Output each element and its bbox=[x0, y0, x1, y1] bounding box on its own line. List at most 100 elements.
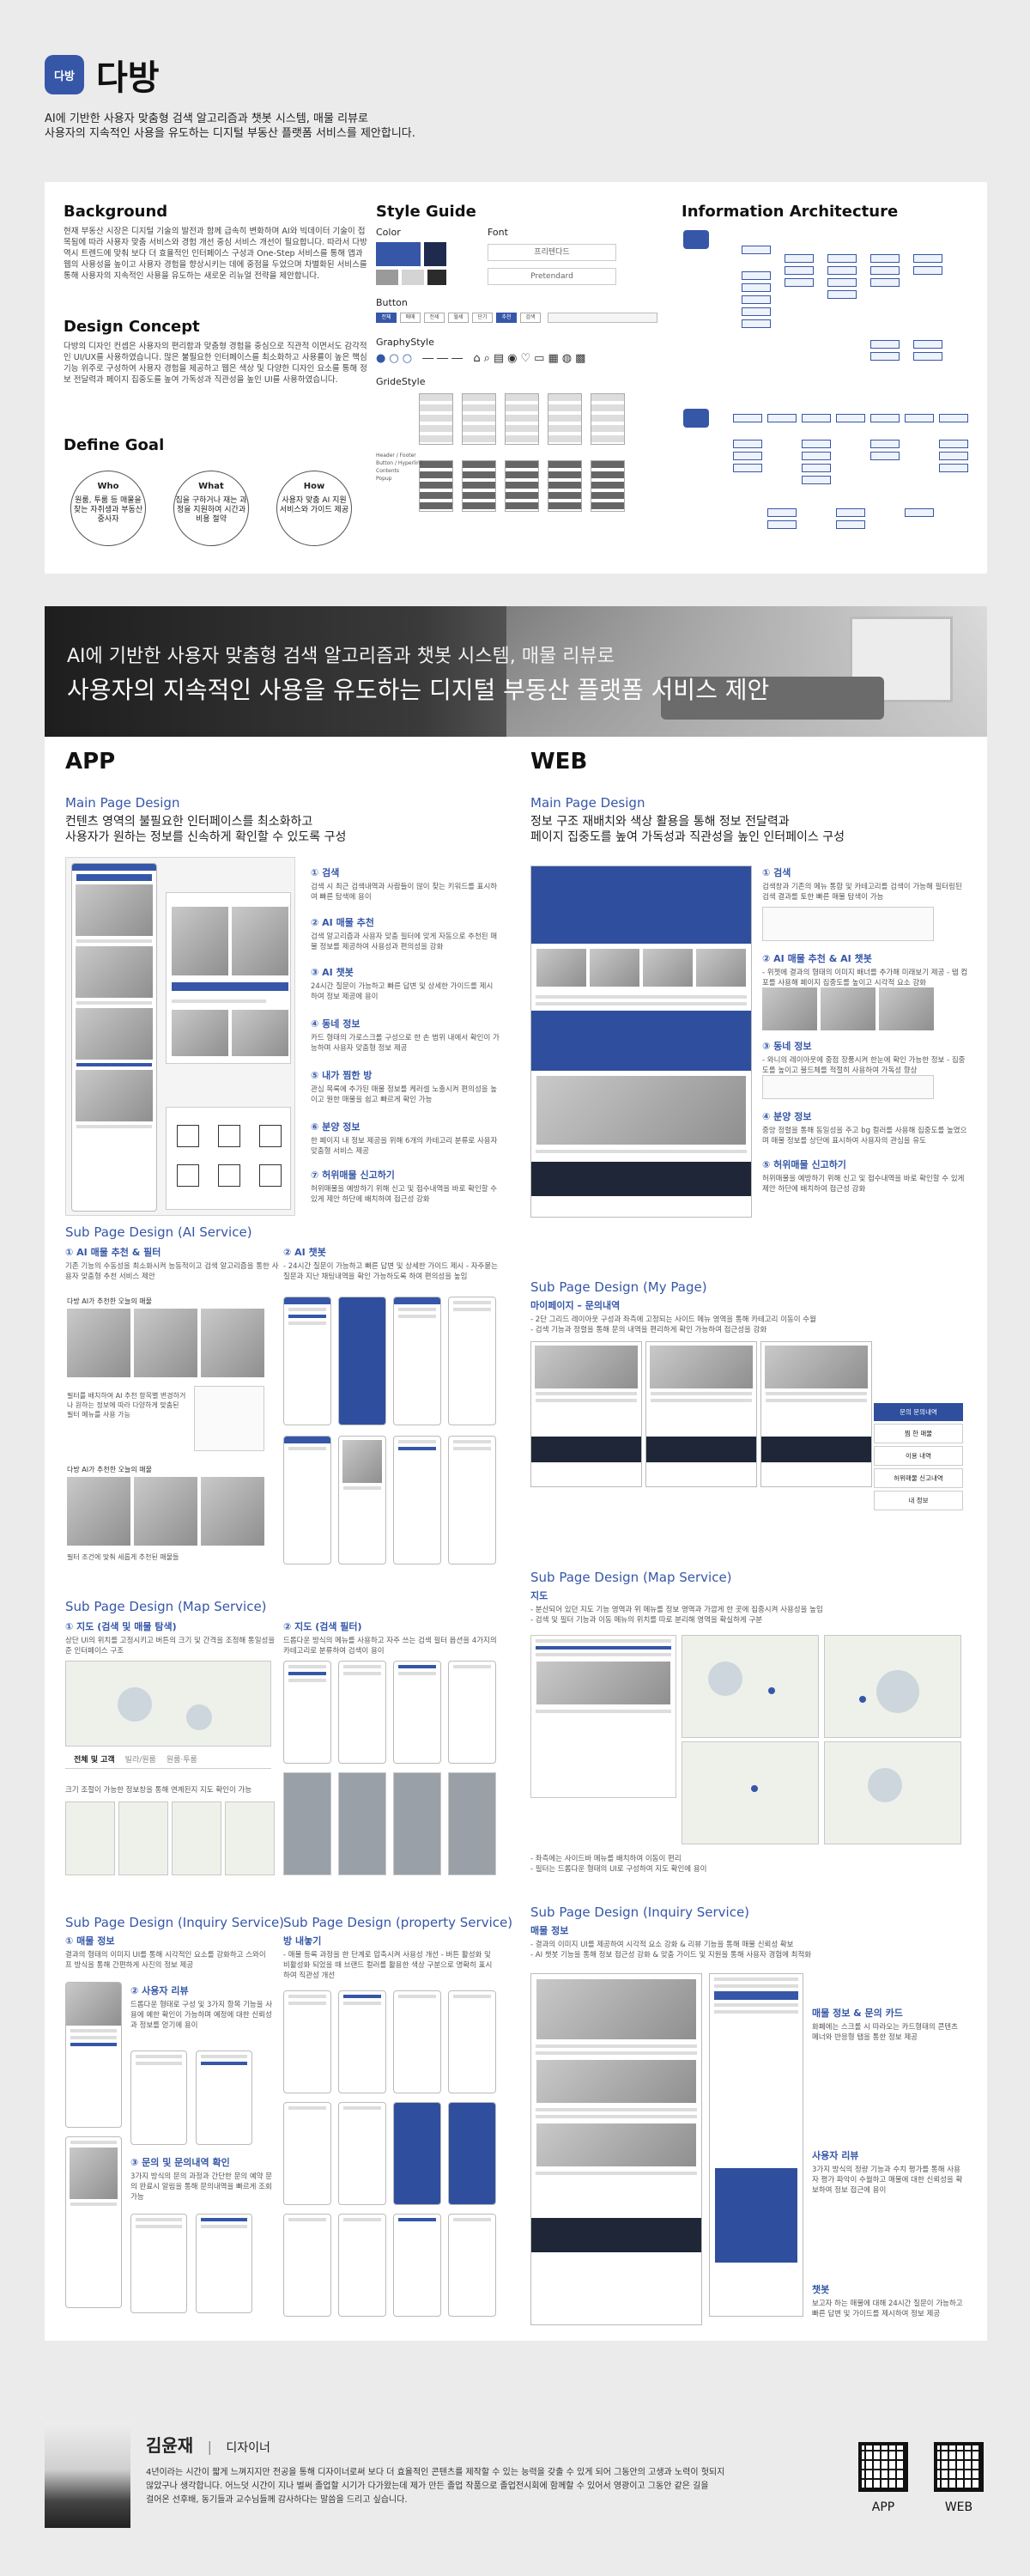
map-tab-2[interactable]: 빌라/원룸 bbox=[125, 1753, 156, 1765]
ia-node bbox=[742, 319, 771, 328]
web-inquiry-heading: Sub Page Design (Inquiry Service) bbox=[530, 1905, 750, 1920]
app-inquiry-item-text: 드롭다운 형태로 구성 및 3가지 항목 기능을 사용에 예한 확인이 가능하며… bbox=[130, 2001, 273, 2030]
chatbot-panel[interactable] bbox=[715, 2168, 797, 2263]
goal-title: Define Goal bbox=[64, 436, 165, 454]
app-map-note: 크기 조절이 가능한 정보창을 통해 연계된지 지도 확인이 가능 bbox=[65, 1786, 252, 1795]
line bbox=[343, 2002, 381, 2005]
line bbox=[453, 1447, 491, 1450]
grid-thumb-6 bbox=[419, 460, 453, 512]
web-map-sidebar-view[interactable] bbox=[530, 1635, 676, 1798]
line bbox=[288, 1321, 326, 1325]
property-screen bbox=[283, 1990, 331, 2093]
ia-node bbox=[742, 271, 771, 280]
app-ai-item-1: ① AI 매물 추천 & 필터 기존 기능의 수동성을 최소화시켜 능동적이고 … bbox=[65, 1245, 280, 1282]
mypage-menu-item-1[interactable]: 문의 문의내역 bbox=[874, 1403, 963, 1421]
heart-icon: ♡ bbox=[520, 352, 535, 365]
style-button-6[interactable]: 추천 bbox=[496, 313, 517, 323]
category-icon[interactable] bbox=[259, 1125, 282, 1147]
style-button-7[interactable]: 검색 bbox=[520, 313, 541, 323]
ia-node bbox=[802, 414, 831, 422]
web-map-main-4[interactable] bbox=[682, 1741, 819, 1844]
mypage-menu-item-5[interactable]: 내 정보 bbox=[874, 1491, 963, 1510]
property-screen bbox=[338, 2102, 386, 2205]
line bbox=[536, 1399, 637, 1402]
app-property-screens bbox=[283, 1990, 500, 2317]
map-pin-icon[interactable] bbox=[768, 1687, 775, 1694]
category-icon[interactable] bbox=[177, 1164, 199, 1187]
app-inquiry-item-1: ① 매물 정보 결과의 형태의 이미지 UI를 통해 시각적인 요소를 강화하고… bbox=[65, 1934, 271, 1971]
style-button-2[interactable]: 매매 bbox=[400, 313, 421, 323]
grid-thumb-3 bbox=[505, 393, 539, 445]
web-thumb-image bbox=[762, 987, 817, 1030]
goal-who: Who 원룸, 투룸 등 매물을 찾는 자취생과 부동산 중사자 bbox=[70, 471, 146, 546]
web-feature-3: ③ 동네 정보 - 와니의 레이아웃에 중점 장풍시켜 한눈에 확인 가능한 정… bbox=[762, 1039, 968, 1076]
ia-node bbox=[785, 278, 814, 287]
map-tab-3[interactable]: 원룸·투룸 bbox=[167, 1753, 197, 1765]
app-map-search-view[interactable] bbox=[65, 1661, 271, 1747]
category-icon[interactable] bbox=[177, 1125, 199, 1147]
mypage-menu-item-3[interactable]: 이용 내역 bbox=[874, 1446, 963, 1466]
slider-line-icon: ――― bbox=[422, 352, 467, 365]
app-search-bar[interactable] bbox=[76, 874, 152, 881]
mypage-menu-item-4[interactable]: 허위매물 신고내역 bbox=[874, 1468, 963, 1488]
style-button-5[interactable]: 단기 bbox=[472, 313, 493, 323]
map-pin-icon[interactable] bbox=[751, 1785, 758, 1792]
font-sample-korean: 프리텐다드 bbox=[488, 244, 616, 261]
property-screen bbox=[283, 2102, 331, 2205]
ia-section: Information Architecture bbox=[682, 203, 973, 563]
web-mypage-desc: 마이페이지 – 문의내역 - 2단 그리드 레이아웃 구성과 좌측에 고정되는 … bbox=[530, 1298, 977, 1335]
style-button-3[interactable]: 전세 bbox=[424, 313, 445, 323]
web-mypage-sub: 마이페이지 – 문의내역 bbox=[530, 1300, 621, 1311]
line bbox=[343, 1672, 381, 1675]
web-inquiry-text-1: - 결과의 이미지 UI를 제공하여 시각적 요소 강화 & 리뷰 기능을 통해… bbox=[530, 1941, 794, 1949]
app-line bbox=[76, 939, 152, 943]
font-sample-latin: Pretendard bbox=[488, 268, 616, 285]
chat-icon: ▭ bbox=[534, 352, 548, 365]
web-feature-1: ① 검색 검색창과 기존의 메뉴 통합 및 카테고리를 검색이 가능해 필터링된… bbox=[762, 866, 968, 902]
ia-root-logo-icon bbox=[683, 230, 709, 249]
web-qr-code-icon[interactable] bbox=[934, 2442, 984, 2492]
style-guide-section: Style Guide Color Font 프리텐다드 Pretendard … bbox=[376, 203, 659, 563]
inquiry-screen bbox=[130, 2050, 187, 2145]
map-tab-1[interactable]: 전체 및 고객 bbox=[74, 1753, 115, 1765]
app-neighbor-image bbox=[172, 1010, 228, 1056]
web-inquiry-item-3: 챗봇 보고자 하는 매물에 대해 24시간 질문이 가능하고 빠른 답변 및 가… bbox=[812, 2282, 966, 2319]
style-button-1[interactable]: 전체 bbox=[376, 313, 397, 323]
web-map-main-3[interactable] bbox=[824, 1741, 961, 1844]
app-feature-text: 24시간 질문이 가능하고 빠른 답변 및 상세한 가이드를 제시하여 정보 제… bbox=[311, 982, 494, 1001]
map-pin-icon[interactable] bbox=[859, 1696, 866, 1703]
line bbox=[714, 2010, 798, 2014]
category-icon[interactable] bbox=[259, 1164, 282, 1187]
style-button-4[interactable]: 월세 bbox=[448, 313, 469, 323]
app-chatbot-bar[interactable] bbox=[172, 982, 288, 991]
ia-node bbox=[827, 290, 857, 299]
ai-rec-image bbox=[201, 1309, 264, 1377]
category-icon[interactable] bbox=[218, 1164, 240, 1187]
web-feature-text: - 와니의 레이아웃에 중점 장풍시켜 한눈에 확인 가능한 정보 - 집중도를… bbox=[762, 1056, 966, 1075]
app-ai-mockup-left: 다방 AI가 추천한 오늘의 매물 필터를 배치하여 AI 추천 항목별 변경하… bbox=[65, 1297, 271, 1571]
line bbox=[536, 2044, 697, 2048]
web-mypage-mock-2 bbox=[645, 1341, 757, 1487]
app-qr-code-icon[interactable] bbox=[858, 2442, 908, 2492]
ia-node bbox=[742, 283, 771, 292]
chatbot-screen bbox=[448, 1436, 496, 1564]
goal-who-text: 원룸, 투룸 등 매물을 찾는 자취생과 부동산 중사자 bbox=[73, 496, 143, 524]
home-icon: ⌂ bbox=[473, 352, 484, 365]
web-main-desc: 정보 구조 재배치와 색상 활용을 통해 정보 전달력과 페이지 집중도를 높여… bbox=[530, 814, 845, 845]
category-icon[interactable] bbox=[218, 1125, 240, 1147]
web-map-main-2[interactable] bbox=[824, 1635, 961, 1738]
mypage-menu-item-2[interactable]: 찜 한 매물 bbox=[874, 1424, 963, 1443]
ia-node bbox=[802, 440, 831, 448]
inquiry-screen bbox=[65, 2136, 122, 2308]
ring-icon: ○ bbox=[402, 352, 416, 365]
ia-node bbox=[802, 452, 831, 460]
web-mypage-menu: 문의 문의내역 찜 한 매물 이용 내역 허위매물 신고내역 내 정보 bbox=[874, 1403, 963, 1510]
ai-filter-panel[interactable] bbox=[194, 1386, 264, 1451]
app-feature-title: ⑥ 분양 정보 bbox=[311, 1121, 360, 1133]
web-map-main-1[interactable] bbox=[682, 1635, 819, 1738]
line bbox=[288, 1995, 326, 1998]
line bbox=[714, 1984, 798, 1988]
ia-node bbox=[870, 254, 900, 263]
ia-title: Information Architecture bbox=[682, 203, 899, 221]
dabang-logo-icon[interactable]: 다방 bbox=[45, 55, 84, 94]
